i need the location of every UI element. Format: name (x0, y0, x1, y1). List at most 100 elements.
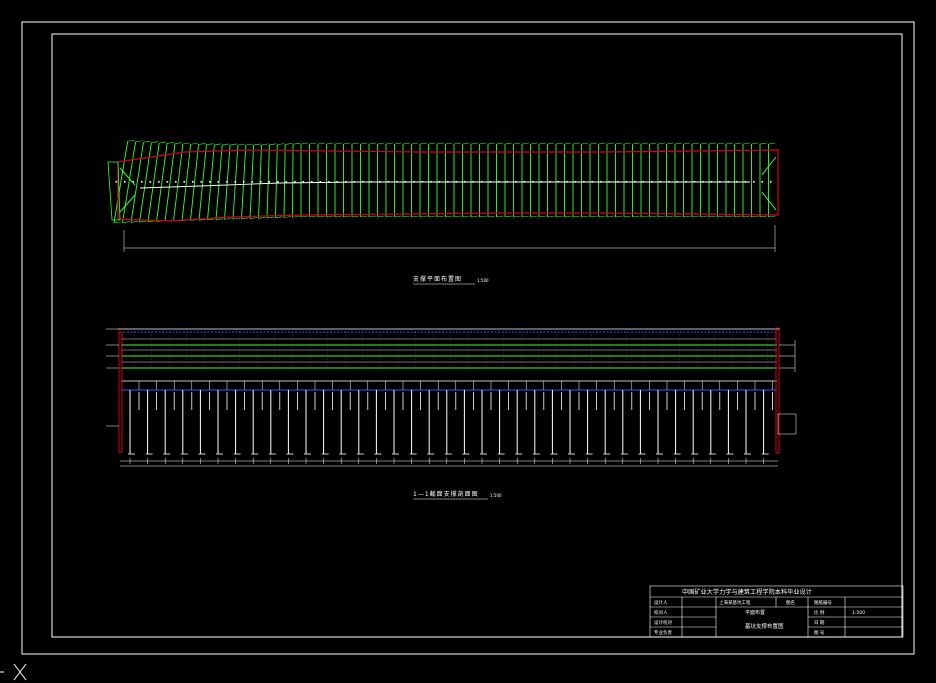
plan-strut-cap (632, 142, 640, 145)
title-block-row-label: 专业负责 (654, 629, 672, 636)
plan-strut-cap (555, 142, 564, 145)
plan-strut-cap (445, 215, 453, 218)
plan-strut-cap (385, 215, 394, 218)
plan-strut-cap (419, 215, 428, 218)
plan-strut-cap (598, 142, 606, 145)
inner-frame (51, 33, 903, 638)
plan-strut-cap (717, 215, 725, 218)
plan-strut-cap (151, 141, 159, 143)
plan-strut-cap (182, 142, 190, 145)
plan-column-marker (226, 181, 228, 183)
plan-strut-cap (700, 142, 708, 145)
plan-strut-cap (258, 217, 266, 219)
title-block-right-label: 比 例 (814, 609, 825, 616)
plan-strut-cap (683, 215, 691, 218)
plan-strut-cap (285, 143, 293, 145)
plan-strut-cap (504, 215, 513, 218)
plan-strut-cap (428, 142, 436, 145)
plan-strut-cap (292, 215, 300, 218)
plan-strut-cap (135, 140, 143, 143)
plan-strut (283, 144, 286, 218)
plan-strut-cap (589, 215, 598, 218)
title-block-drawing-title: 基坑支撑布置图 (745, 622, 784, 630)
plan-strut-cap (139, 220, 147, 223)
plan-strut-cap (538, 142, 547, 145)
plan-strut-cap (742, 215, 751, 218)
plan-strut-cap (683, 142, 691, 145)
plan-strut-cap (385, 142, 394, 145)
plan-strut-cap (496, 215, 504, 218)
plan-column-marker (770, 181, 772, 183)
plan-strut-cap (615, 215, 623, 218)
plan-strut-cap (581, 142, 589, 145)
plan-column-marker (192, 181, 194, 183)
plan-strut-cap (674, 215, 683, 218)
plan-strut-cap (215, 218, 224, 220)
plan-strut-cap (751, 215, 759, 218)
plan-strut-cap (394, 215, 402, 218)
plan-strut-cap (555, 215, 564, 218)
plan-column-marker (183, 181, 186, 183)
plan-strut-cap (419, 142, 428, 145)
plan-strut-cap (632, 215, 640, 218)
plan-strut-cap (402, 215, 411, 218)
plan-strut-cap (249, 217, 258, 219)
plan-column-marker (217, 181, 220, 183)
pile-group (128, 390, 773, 455)
plan-strut-cap (623, 142, 632, 145)
plan-strut-cap (513, 215, 521, 218)
plan-strut-cap (700, 215, 708, 218)
plan-strut (190, 144, 200, 221)
plan-strut-cap (725, 215, 734, 218)
plan-strut-cap (487, 142, 496, 145)
plan-strut-cap (717, 142, 725, 145)
plan-strut-cap (394, 142, 402, 145)
plan-column-marker (141, 181, 143, 183)
plan-centre-axis (139, 181, 750, 189)
plan-strut-cap (521, 215, 530, 218)
plan-strut-cap (334, 215, 343, 218)
plan-strut-cap (666, 215, 674, 218)
plan-strut-cap (640, 142, 649, 145)
plan-strut-cap (326, 142, 334, 145)
plan-strut-cap (530, 142, 538, 145)
plan-strut-cap (214, 143, 222, 146)
plan-strut-cap (487, 215, 496, 218)
plan-strut-cap (174, 142, 182, 145)
cad-drawing-canvas: 支撑平面布置图 1:500 1—1截面支撑剖面图 1:500 中国矿业大学力学与… (0, 21, 915, 681)
plan-strut-cap (402, 142, 411, 145)
plan-column-marker (209, 181, 211, 183)
plan-strut-cap (564, 215, 572, 218)
plan-strut-cap (360, 215, 368, 218)
plan-title: 支撑平面布置图 (413, 275, 462, 283)
plan-strut-cap (351, 215, 360, 218)
title-block-row-label: 设计校对 (654, 619, 672, 626)
plan-column-marker (260, 181, 262, 183)
plan-strut-cap (334, 142, 343, 145)
plan-strut-cap (470, 215, 479, 218)
plan-column-marker (124, 181, 126, 183)
plan-strut-cap (470, 142, 479, 145)
plan-strut-cap (708, 215, 717, 218)
plan-strut (181, 144, 192, 221)
plan-strut-cap (759, 215, 768, 218)
plan-strut-cap (581, 215, 589, 218)
plan-strut-cap (572, 142, 581, 145)
plan-strut-cap (130, 221, 139, 223)
plan-column-marker (115, 181, 118, 183)
section-ticks (129, 332, 773, 464)
plan-strut-cap (734, 215, 742, 218)
plan-strut-cap (564, 142, 572, 145)
title-block-caption: 图名 (786, 599, 795, 606)
plan-strut-cap (428, 215, 436, 218)
plan-column-marker (277, 181, 279, 183)
plan-strut-cap (275, 216, 283, 219)
plan-strut-cap (453, 215, 462, 218)
plan-strut-cap (708, 142, 717, 145)
plan-strut-cap (462, 215, 470, 218)
plan-strut-cap (317, 142, 326, 145)
plan-strut-cap (237, 143, 245, 146)
plan-strut-cap (649, 215, 657, 218)
plan-column-marker (268, 181, 271, 183)
plan-column-marker (234, 181, 237, 183)
